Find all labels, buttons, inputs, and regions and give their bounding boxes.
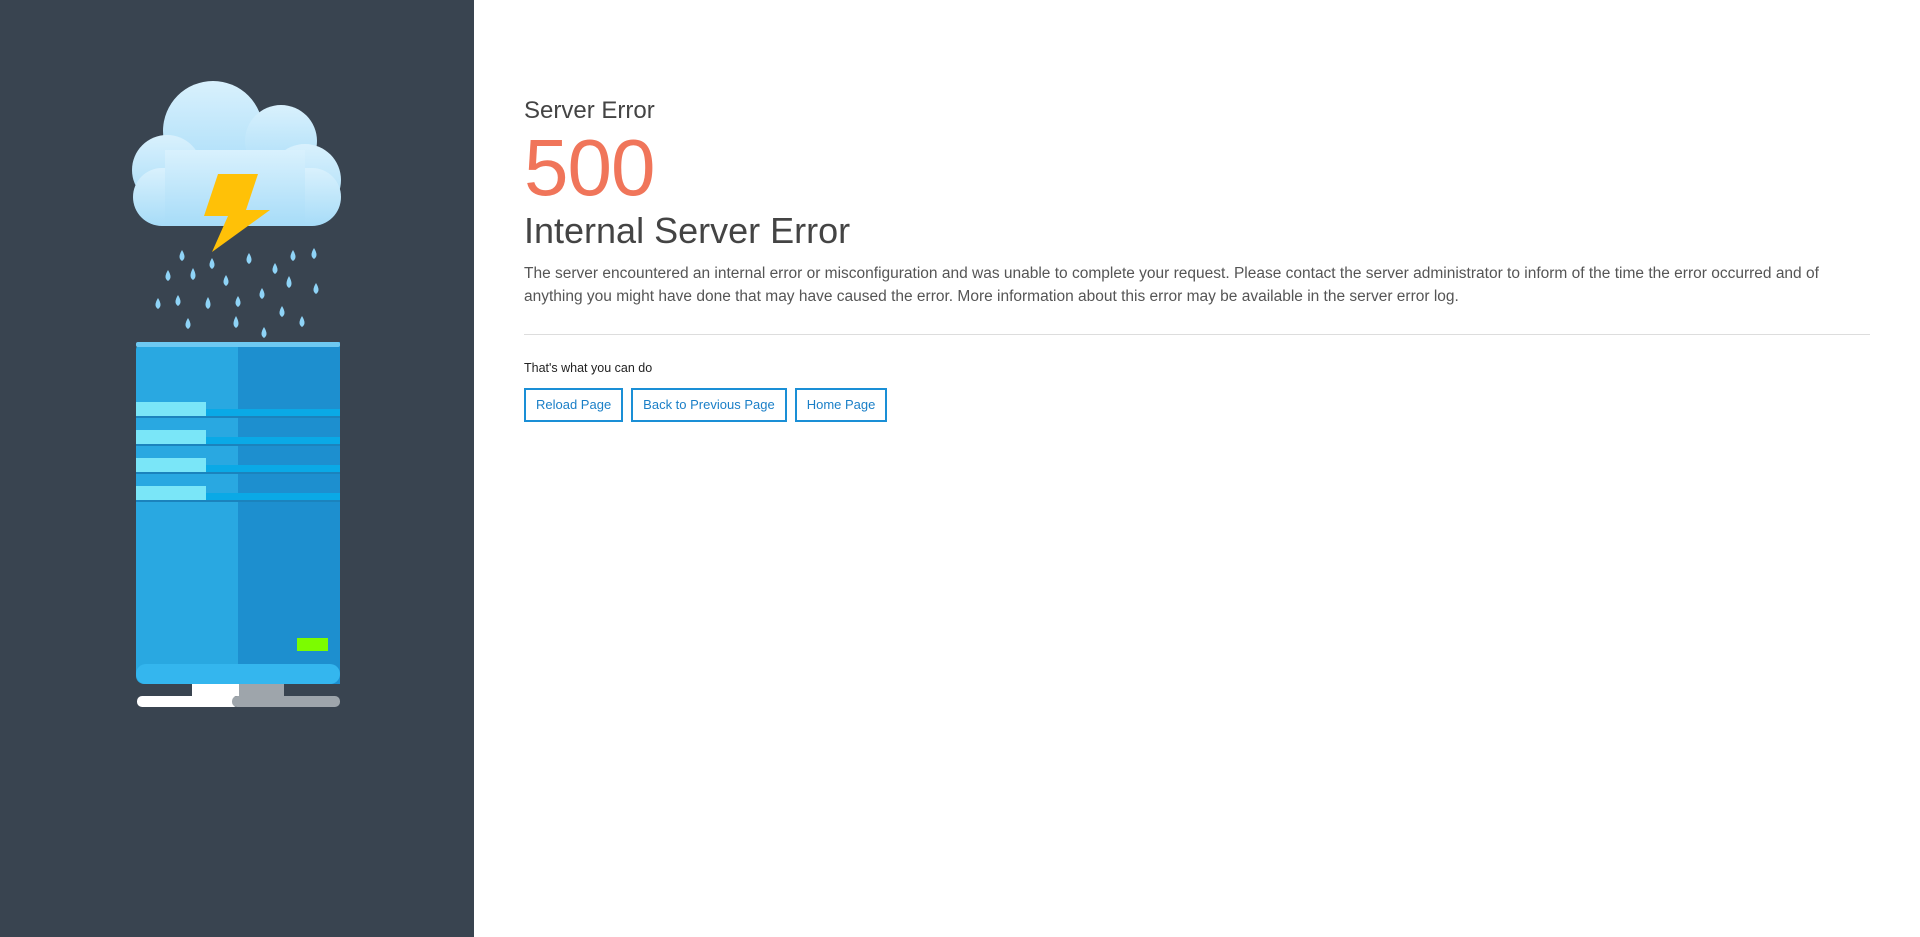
back-button[interactable]: Back to Previous Page [631, 388, 787, 422]
page: Server Error 500 Internal Server Error T… [0, 0, 1920, 937]
status-led-icon [297, 638, 328, 651]
reload-page-button[interactable]: Reload Page [524, 388, 624, 422]
error-content: Server Error 500 Internal Server Error T… [524, 96, 1870, 422]
error-title: Internal Server Error [524, 210, 851, 251]
divider [524, 334, 1870, 335]
error-message: The server encountered an internal error… [524, 265, 1819, 305]
actions-heading: That's what you can do [524, 361, 653, 375]
error-subtitle: Server Error [524, 97, 655, 124]
action-buttons: Reload Page Back to Previous Page Home P… [524, 388, 1870, 422]
server-storm-icon [132, 81, 341, 707]
raindrops-icon [155, 248, 319, 338]
server-tower-icon [136, 342, 340, 707]
sidebar-panel [0, 0, 474, 937]
error-code: 500 [524, 123, 655, 212]
home-page-button[interactable]: Home Page [794, 388, 888, 422]
